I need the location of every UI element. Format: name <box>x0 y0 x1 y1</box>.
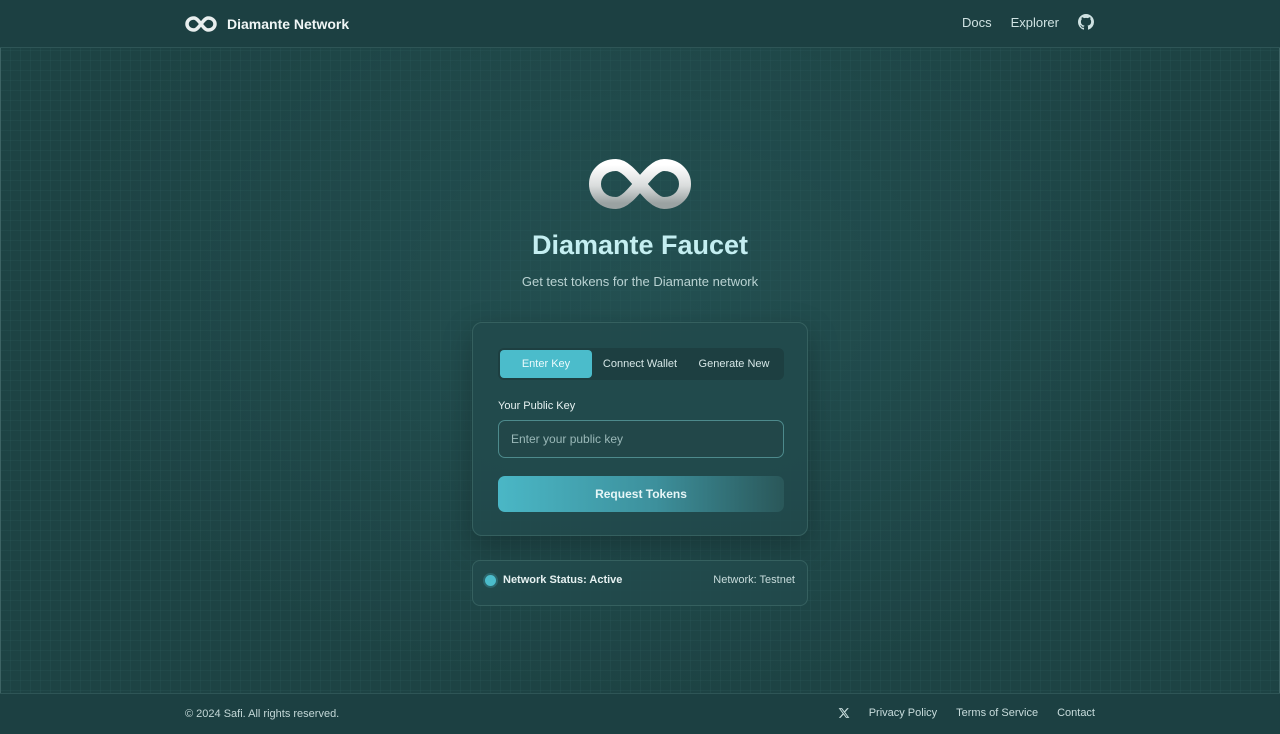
brand-name: Diamante Network <box>227 16 350 32</box>
faucet-card: Enter Key Connect Wallet Generate New Yo… <box>472 322 808 536</box>
brand[interactable]: Diamante Network <box>185 13 349 35</box>
top-navbar: Diamante Network Docs Explorer <box>0 0 1280 48</box>
page-subtitle: Get test tokens for the Diamante network <box>521 274 759 289</box>
nav-explorer-link[interactable]: Explorer <box>1011 15 1059 30</box>
copyright-text: © 2024 Safi. All rights reserved. <box>185 708 340 720</box>
request-tokens-button[interactable]: Request Tokens <box>498 476 784 512</box>
tab-enter-key[interactable]: Enter Key <box>500 350 592 378</box>
terms-of-service-link[interactable]: Terms of Service <box>956 707 1038 719</box>
x-twitter-icon[interactable] <box>838 707 850 719</box>
infinity-logo-icon <box>588 158 692 210</box>
public-key-input[interactable] <box>498 420 784 458</box>
privacy-policy-link[interactable]: Privacy Policy <box>869 707 937 719</box>
page-title: Diamante Faucet <box>531 230 749 260</box>
status-indicator-dot <box>485 575 496 586</box>
footer: © 2024 Safi. All rights reserved. Privac… <box>0 693 1280 734</box>
public-key-label: Your Public Key <box>498 400 576 412</box>
tab-connect-wallet[interactable]: Connect Wallet <box>592 350 688 378</box>
contact-link[interactable]: Contact <box>1057 707 1095 719</box>
key-source-tabs: Enter Key Connect Wallet Generate New <box>498 348 784 380</box>
nav-docs-link[interactable]: Docs <box>962 15 992 30</box>
main-nav: Docs Explorer <box>962 14 1094 30</box>
github-icon[interactable] <box>1078 14 1094 30</box>
network-name: Network: Testnet <box>713 574 795 586</box>
tab-generate-new[interactable]: Generate New <box>688 350 780 378</box>
footer-links: Privacy Policy Terms of Service Contact <box>838 707 1095 719</box>
network-status-bar: Network Status: Active Network: Testnet <box>472 560 808 606</box>
network-status-text: Network Status: Active <box>503 574 623 586</box>
infinity-logo-icon <box>185 16 217 32</box>
